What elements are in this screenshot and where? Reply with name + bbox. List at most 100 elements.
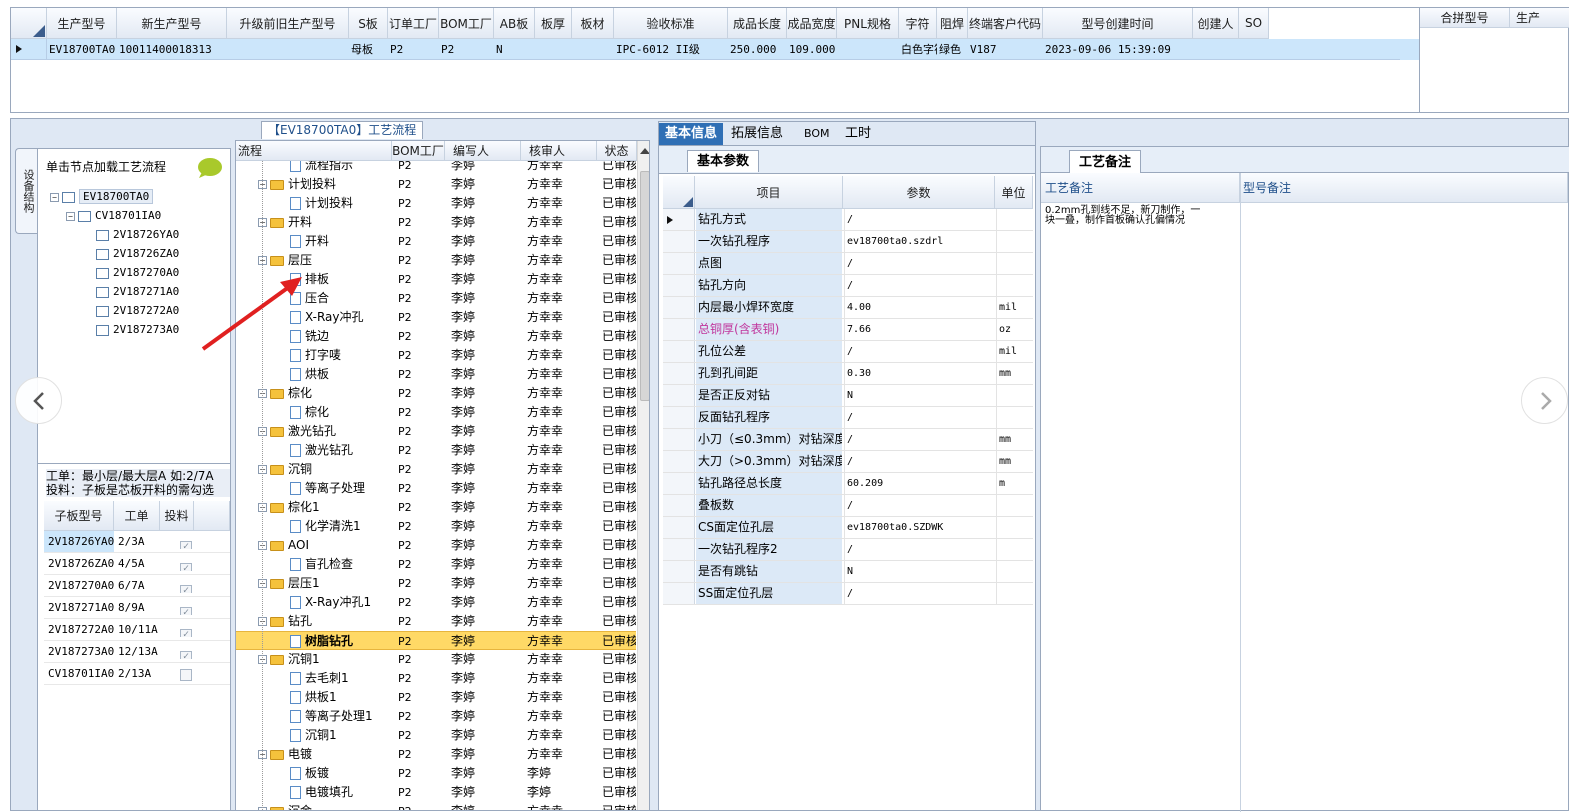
- flow-row[interactable]: 树脂钻孔 P2 李婷 方幸幸 已审核: [236, 631, 636, 650]
- tab-bom[interactable]: BOM: [804, 123, 830, 145]
- param-value[interactable]: /: [844, 407, 994, 428]
- flow-row[interactable]: 流程指示 P2 李婷 方幸幸 已审核: [236, 161, 636, 175]
- process-remarks-box[interactable]: 工艺备注 0.2mm孔到线不足，新刀制作，一 块一叠，制作首板确认孔偏情况: [1041, 173, 1241, 812]
- flow-row[interactable]: 开料 P2 李婷 方幸幸 已审核: [236, 232, 636, 251]
- feed-checkbox[interactable]: [180, 667, 194, 681]
- selected-row[interactable]: EV18700TA0 10011400018313 母板 P2 P2 N IPC-6012 …: [11, 39, 1419, 60]
- flow-title-tab[interactable]: 【EV18700TA0】工艺流程: [261, 121, 424, 139]
- col-sub-model[interactable]: 子板型号: [44, 501, 114, 531]
- param-row[interactable]: 是否有跳钻 N: [663, 561, 1033, 583]
- param-value[interactable]: 60.209: [844, 473, 994, 494]
- tab-basic-info[interactable]: 基本信息: [659, 123, 723, 145]
- flow-col-bom[interactable]: BOM工厂: [392, 141, 445, 161]
- flow-scrollbar[interactable]: [637, 141, 649, 810]
- top-col-header[interactable]: BOM工厂: [439, 8, 494, 39]
- top-col-header[interactable]: 升级前旧生产型号: [227, 8, 349, 39]
- flow-row[interactable]: − 沉铜 P2 李婷 方幸幸 已审核: [236, 460, 636, 479]
- sub-board-row[interactable]: 2V187271A0 8/9A ✓: [44, 597, 230, 619]
- param-col-item[interactable]: 项目: [695, 176, 843, 209]
- flow-row[interactable]: 去毛刺1 P2 李婷 方幸幸 已审核: [236, 669, 636, 688]
- sub-board-row[interactable]: CV18701IA0 2/13A: [44, 663, 230, 685]
- tab-work-hours[interactable]: 工时: [845, 123, 871, 145]
- prev-button[interactable]: [15, 377, 62, 424]
- flow-row[interactable]: 等离子处理1 P2 李婷 方幸幸 已审核: [236, 707, 636, 726]
- sub-board-row[interactable]: 2V18726ZA0 4/5A ✓: [44, 553, 230, 575]
- param-row[interactable]: 孔位公差 / mil: [663, 341, 1033, 363]
- sub-board-row[interactable]: 2V187270A0 6/7A ✓: [44, 575, 230, 597]
- flow-row[interactable]: − 层压1 P2 李婷 方幸幸 已审核: [236, 574, 636, 593]
- param-value[interactable]: /: [844, 209, 994, 230]
- param-value[interactable]: /: [844, 451, 994, 472]
- tree-node[interactable]: 2V18726YA0: [96, 225, 228, 244]
- top-col-header[interactable]: PNL规格: [837, 8, 899, 39]
- flow-col-status[interactable]: 状态: [597, 141, 637, 161]
- top-col-header[interactable]: 字符: [899, 8, 937, 39]
- param-row[interactable]: 一次钻孔程序2/: [663, 539, 1033, 561]
- param-value[interactable]: ev18700ta0.szdrl: [844, 231, 994, 252]
- param-value[interactable]: ev18700ta0.SZDWK: [844, 517, 994, 538]
- subtab-basic-params[interactable]: 基本参数: [687, 150, 759, 172]
- top-col-header[interactable]: 板材: [572, 8, 614, 39]
- flow-row[interactable]: 激光钻孔 P2 李婷 方幸幸 已审核: [236, 441, 636, 460]
- param-row[interactable]: 内层最小焊环宽度 4.00 mil: [663, 297, 1033, 319]
- top-col-header[interactable]: 新生产型号: [117, 8, 227, 39]
- param-row[interactable]: 是否正反对钻 N: [663, 385, 1033, 407]
- top-col-header[interactable]: 成品长度: [728, 8, 787, 39]
- top-col-header[interactable]: 板厚: [535, 8, 572, 39]
- param-row[interactable]: 小刀（≤0.3mm）对钻深度 / mm: [663, 429, 1033, 451]
- flow-row[interactable]: − 棕化1 P2 李婷 方幸幸 已审核: [236, 498, 636, 517]
- param-row[interactable]: 钻孔路径总长度 60.209 m: [663, 473, 1033, 495]
- param-col-unit[interactable]: 单位: [995, 176, 1033, 209]
- flow-row[interactable]: − 层压 P2 李婷 方幸幸 已审核: [236, 251, 636, 270]
- param-row[interactable]: 反面钻孔程序 /: [663, 407, 1033, 429]
- flow-row[interactable]: − 计划投料 P2 李婷 方幸幸 已审核: [236, 175, 636, 194]
- feed-checkbox[interactable]: ✓: [180, 557, 194, 571]
- top-col-header[interactable]: 验收标准: [614, 8, 728, 39]
- tab-device-structure[interactable]: 设备结构: [15, 148, 38, 234]
- flow-row[interactable]: −沉金 P2 李婷 方幸幸 已审核: [236, 802, 636, 810]
- flow-row[interactable]: 沉铜1 P2 李婷 方幸幸 已审核: [236, 726, 636, 745]
- param-corner[interactable]: [663, 176, 695, 209]
- flow-row[interactable]: 等离子处理 P2 李婷 方幸幸 已审核: [236, 479, 636, 498]
- flow-row[interactable]: 盲孔检查 P2 李婷 方幸幸 已审核: [236, 555, 636, 574]
- flow-row[interactable]: − 激光钻孔 P2 李婷 方幸幸 已审核: [236, 422, 636, 441]
- param-value[interactable]: 7.66: [844, 319, 994, 340]
- flow-row[interactable]: − 开料 P2 李婷 方幸幸 已审核: [236, 213, 636, 232]
- flow-scroll-thumb[interactable]: [640, 171, 649, 401]
- flow-row[interactable]: − 棕化 P2 李婷 方幸幸 已审核: [236, 384, 636, 403]
- param-value[interactable]: /: [844, 275, 994, 296]
- top-col-header[interactable]: 成品宽度: [787, 8, 837, 39]
- param-value[interactable]: /: [844, 539, 994, 560]
- sub-board-row[interactable]: 2V187272A0 10/11A ✓: [44, 619, 230, 641]
- param-row[interactable]: 一次钻孔程序 ev18700ta0.szdrl: [663, 231, 1033, 253]
- feed-checkbox[interactable]: ✓: [180, 601, 194, 615]
- param-value[interactable]: /: [844, 583, 994, 604]
- tree-node[interactable]: − CV18701IA0: [66, 206, 228, 225]
- top-col-header[interactable]: 型号创建时间: [1043, 8, 1193, 39]
- flow-col-process[interactable]: 流程: [236, 141, 392, 161]
- feed-checkbox[interactable]: ✓: [180, 645, 194, 659]
- tab-process-remarks[interactable]: 工艺备注: [1069, 150, 1141, 173]
- flow-row[interactable]: − 电镀 P2 李婷 方幸幸 已审核: [236, 745, 636, 764]
- flow-row[interactable]: 化学清洗1 P2 李婷 方幸幸 已审核: [236, 517, 636, 536]
- param-row[interactable]: CS面定位孔层 ev18700ta0.SZDWK: [663, 517, 1033, 539]
- top-col-header[interactable]: 创建人: [1193, 8, 1239, 39]
- flow-col-writer[interactable]: 编写人: [445, 141, 521, 161]
- top-col-header[interactable]: AB板: [494, 8, 535, 39]
- collapse-icon[interactable]: −: [66, 211, 75, 221]
- flow-row[interactable]: 电镀填孔 P2 李婷 李婷 已审核: [236, 783, 636, 802]
- param-row[interactable]: 孔到孔间距 0.30 mm: [663, 363, 1033, 385]
- flow-row[interactable]: − AOI P2 李婷 方幸幸 已审核: [236, 536, 636, 555]
- param-row[interactable]: 钻孔方式 /: [663, 209, 1033, 231]
- feed-checkbox[interactable]: ✓: [180, 579, 194, 593]
- grid-corner[interactable]: [11, 8, 47, 39]
- top-col-header[interactable]: 订单工厂: [388, 8, 439, 39]
- param-row[interactable]: 叠板数 /: [663, 495, 1033, 517]
- side-header-merge[interactable]: 合拼型号: [1420, 8, 1510, 28]
- flow-row[interactable]: 棕化 P2 李婷 方幸幸 已审核: [236, 403, 636, 422]
- flow-col-reviewer[interactable]: 核审人: [521, 141, 597, 161]
- flow-row[interactable]: 烘板1 P2 李婷 方幸幸 已审核: [236, 688, 636, 707]
- param-value[interactable]: /: [844, 495, 994, 516]
- param-row[interactable]: 点图 /: [663, 253, 1033, 275]
- flow-row[interactable]: 烘板 P2 李婷 方幸幸 已审核: [236, 365, 636, 384]
